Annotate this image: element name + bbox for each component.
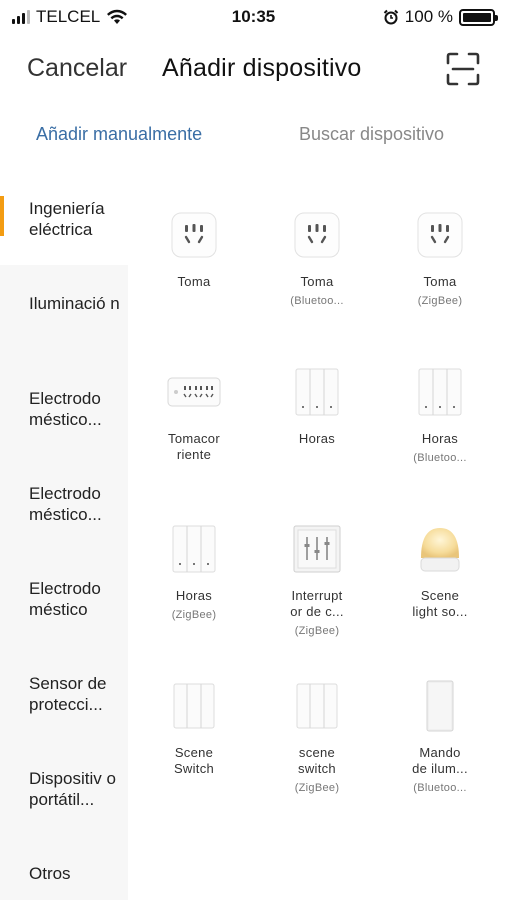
- device-tile[interactable]: Toma: [139, 208, 249, 293]
- socket-icon: [294, 212, 340, 258]
- device-name: Horas: [298, 431, 336, 446]
- sidebar-item-electrical[interactable]: Ingeniería eléctrica: [0, 170, 128, 265]
- power-strip-icon: [167, 377, 221, 407]
- device-protocol: (ZigBee): [417, 295, 463, 307]
- device-tile[interactable]: Interrupt or de c... (ZigBee): [262, 522, 372, 639]
- sidebar-item-label: Iluminació n: [29, 294, 120, 313]
- device-name: Interrupt or de c...: [290, 588, 344, 619]
- remote-icon: [426, 680, 454, 732]
- device-tile[interactable]: Horas (Bluetoo...: [385, 365, 495, 466]
- tab-bar: Añadir manualmente Buscar dispositivo: [0, 104, 507, 164]
- device-name: Horas: [421, 431, 459, 446]
- active-indicator: [0, 196, 4, 236]
- device-tile[interactable]: Toma (Bluetoo...: [262, 208, 372, 309]
- sidebar-item-protection-sensor[interactable]: Sensor de protecci...: [0, 645, 128, 740]
- device-name: Tomacor riente: [168, 431, 220, 462]
- sidebar-item-label: Ingeniería eléctrica: [29, 199, 105, 239]
- device-protocol: (ZigBee): [294, 625, 340, 637]
- triple-switch-icon: [418, 368, 462, 416]
- scene-switch-icon: [296, 683, 338, 729]
- device-tile[interactable]: Mando de ilum... (Bluetoo...: [385, 679, 495, 796]
- curtain-switch-icon: [293, 525, 341, 573]
- device-name: Mando de ilum...: [412, 745, 468, 776]
- status-bar: TELCEL 10:35 100 %: [0, 0, 507, 34]
- device-tile[interactable]: Scene light so...: [385, 522, 495, 623]
- device-tile[interactable]: Tomacor riente: [139, 365, 249, 466]
- device-name: Toma: [300, 274, 334, 289]
- night-light-icon: [420, 528, 460, 572]
- device-tile[interactable]: Horas: [262, 365, 372, 450]
- device-tile[interactable]: Horas (ZigBee): [139, 522, 249, 623]
- triple-switch-icon: [172, 525, 216, 573]
- socket-icon: [171, 212, 217, 258]
- cancel-button[interactable]: Cancelar: [27, 54, 127, 83]
- triple-switch-icon: [295, 368, 339, 416]
- tab-search-device[interactable]: Buscar dispositivo: [299, 124, 444, 145]
- device-name: Toma: [177, 274, 211, 289]
- sidebar-item-label: Electrodo méstico...: [29, 389, 102, 429]
- nav-header: Cancelar Añadir dispositivo: [0, 34, 507, 104]
- sidebar-item-portable-device[interactable]: Dispositiv o portátil...: [0, 740, 128, 835]
- scene-switch-icon: [173, 683, 215, 729]
- device-tile[interactable]: Scene Switch: [139, 679, 249, 780]
- device-tile[interactable]: Toma (ZigBee): [385, 208, 495, 309]
- device-name: Horas: [175, 588, 213, 603]
- device-protocol: (ZigBee): [171, 609, 217, 621]
- sidebar-item-label: Dispositiv o portátil...: [29, 769, 116, 809]
- scan-icon[interactable]: [446, 52, 480, 86]
- page-title: Añadir dispositivo: [162, 54, 362, 82]
- device-protocol: (Bluetoo...: [413, 782, 467, 794]
- sidebar-item-label: Electrodo méstico: [29, 579, 101, 619]
- tab-add-manually[interactable]: Añadir manualmente: [36, 124, 202, 145]
- device-name: Scene Switch: [173, 745, 215, 776]
- device-protocol: (Bluetoo...: [413, 452, 467, 464]
- status-right: 100 %: [383, 7, 498, 27]
- sidebar-item-appliance-1[interactable]: Electrodo méstico...: [0, 360, 128, 455]
- sidebar-item-others[interactable]: Otros: [0, 835, 128, 900]
- device-protocol: (Bluetoo...: [290, 295, 344, 307]
- socket-icon: [417, 212, 463, 258]
- sidebar-item-label: Electrodo méstico...: [29, 484, 102, 524]
- device-name: Toma: [423, 274, 457, 289]
- device-name: scene switch: [298, 745, 336, 776]
- device-name: Scene light so...: [412, 588, 468, 619]
- battery-percent: 100 %: [404, 7, 453, 26]
- device-tile[interactable]: scene switch (ZigBee): [262, 679, 372, 796]
- sidebar-item-appliance-3[interactable]: Electrodo méstico: [0, 550, 128, 645]
- sidebar-item-appliance-2[interactable]: Electrodo méstico...: [0, 455, 128, 550]
- sidebar-item-lighting[interactable]: Iluminació n: [0, 265, 128, 360]
- sidebar-item-label: Sensor de protecci...: [29, 674, 107, 714]
- device-protocol: (ZigBee): [294, 782, 340, 794]
- sidebar-item-label: Otros: [29, 864, 71, 883]
- alarm-icon: [383, 9, 399, 25]
- battery-icon: [459, 8, 498, 26]
- category-sidebar: Ingeniería eléctrica Iluminació n Electr…: [0, 170, 128, 900]
